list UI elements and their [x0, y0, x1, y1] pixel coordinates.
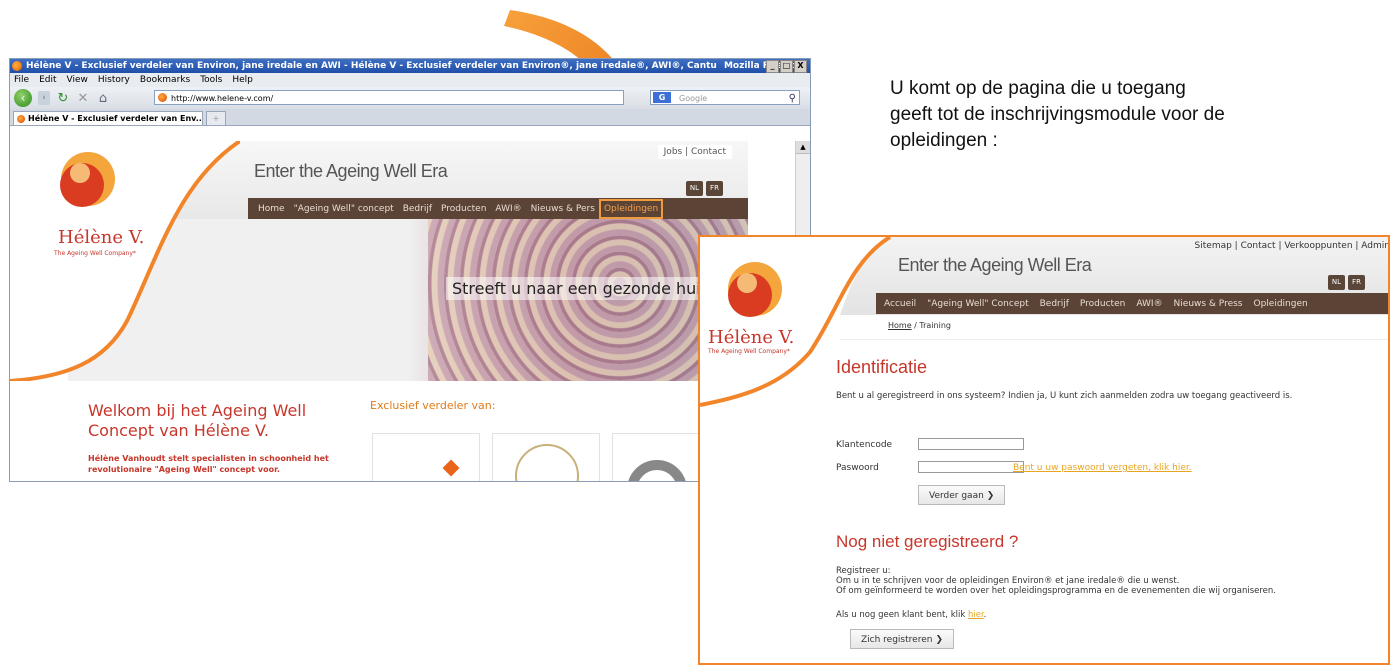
register-line: Registreer u: — [836, 566, 891, 576]
top-links[interactable]: Sitemap | Contact | Verkooppunten | Admi… — [1195, 241, 1388, 251]
not-client-link[interactable]: hier — [968, 610, 984, 620]
site-tagline: Enter the Ageing Well Era — [898, 255, 1092, 275]
google-icon[interactable]: G — [653, 92, 671, 103]
welcome-title: Welkom bij het Ageing Well Concept van H… — [88, 401, 307, 440]
continue-button[interactable]: Verder gaan ❯ — [918, 485, 1006, 505]
site-logo: Hélène V. The Ageing Well Company* — [10, 141, 240, 381]
menu-view[interactable]: View — [67, 73, 88, 87]
stop-icon[interactable]: ✕ — [76, 91, 90, 106]
distributor-seal-icon — [515, 444, 579, 481]
register-text: Registreer u: Om u in te schrijven voor … — [836, 566, 1376, 596]
register-button[interactable]: Zich registreren ❯ — [850, 629, 954, 649]
forward-icon[interactable]: › — [38, 91, 50, 105]
tab-bar: Hélène V - Exclusief verdeler van Env...… — [10, 109, 810, 126]
search-input[interactable]: G Google ⚲ — [650, 90, 800, 105]
nav-opleidingen[interactable]: Opleidingen — [598, 198, 664, 219]
forgot-password-link[interactable]: Bent u uw paswoord vergeten, klik hier. — [1013, 463, 1192, 473]
menu-bookmarks[interactable]: Bookmarks — [140, 73, 190, 87]
site-tagline: Enter the Ageing Well Era — [254, 161, 448, 181]
minimize-button[interactable]: _ — [766, 60, 779, 73]
maximize-button[interactable]: □ — [780, 60, 793, 73]
menu-bar: File Edit View History Bookmarks Tools H… — [10, 73, 810, 87]
menu-help[interactable]: Help — [232, 73, 253, 87]
page-viewport: Jobs | Contact Enter the Ageing Well Era… — [10, 141, 796, 481]
url-text: http://www.helene-v.com/ — [171, 94, 274, 103]
instruction-caption: U komt op de pagina die u toegang geeft … — [890, 78, 1225, 151]
nav-nieuws[interactable]: Nieuws & Press — [1174, 299, 1243, 309]
identification-heading: Identificatie — [836, 357, 928, 377]
menu-file[interactable]: File — [14, 73, 29, 87]
welcome-subtitle: Hélène Vanhoudt stelt specialisten in sc… — [88, 454, 329, 474]
menu-tools[interactable]: Tools — [200, 73, 222, 87]
training-page-screenshot: Sitemap | Contact | Verkooppunten | Admi… — [698, 235, 1390, 665]
klantencode-label: Klantencode — [836, 440, 893, 450]
awi-logo-icon — [627, 460, 687, 481]
site-main-menu: Home "Ageing Well" concept Bedrijf Produ… — [248, 198, 748, 219]
menu-edit[interactable]: Edit — [39, 73, 56, 87]
search-icon[interactable]: ⚲ — [789, 91, 796, 106]
nav-nieuws[interactable]: Nieuws & Pers — [531, 204, 595, 214]
window-title: Hélène V - Exclusief verdeler van Enviro… — [26, 61, 717, 71]
nav-opleidingen[interactable]: Opleidingen — [1254, 299, 1308, 309]
not-client-suffix: . — [983, 610, 987, 620]
lang-fr-button[interactable]: FR — [706, 181, 723, 196]
top-links[interactable]: Jobs | Contact — [657, 145, 732, 159]
logo-subtitle: The Ageing Well Company* — [53, 250, 136, 257]
nav-bedrijf[interactable]: Bedrijf — [403, 204, 432, 214]
back-icon[interactable]: ‹ — [14, 89, 32, 107]
window-titlebar: Hélène V - Exclusief verdeler van Enviro… — [10, 59, 810, 73]
new-tab-button[interactable]: + — [206, 111, 226, 126]
klantencode-field[interactable] — [918, 438, 1024, 450]
navigation-toolbar: ‹ › ↻ ✕ ⌂ http://www.helene-v.com/ G Goo… — [10, 87, 810, 109]
url-bar[interactable]: http://www.helene-v.com/ — [154, 90, 624, 105]
site-favicon — [158, 93, 167, 102]
lang-fr-button[interactable]: FR — [1348, 275, 1365, 290]
hero-text: Streeft u naar een gezonde hui — [446, 277, 707, 300]
lang-nl-button[interactable]: NL — [686, 181, 703, 196]
logo-name: Hélène V. — [58, 227, 144, 248]
reload-icon[interactable]: ↻ — [56, 91, 70, 106]
tab-label: Hélène V - Exclusief verdeler van Env... — [28, 114, 203, 123]
register-button-label: Zich registreren — [861, 635, 933, 645]
register-line: Om u in te schrijven voor de opleidingen… — [836, 576, 1180, 586]
site-logo: Hélène V. The Ageing Well Company* — [700, 237, 892, 663]
continue-button-label: Verder gaan — [929, 491, 984, 501]
nav-concept[interactable]: "Ageing Well" concept — [294, 204, 394, 214]
home-icon[interactable]: ⌂ — [96, 91, 110, 106]
not-client-text: Als u nog geen klant bent, klik hier. — [836, 610, 986, 620]
identification-intro: Bent u al geregistreerd in ons systeem? … — [836, 391, 1293, 401]
brand-card-environ[interactable] — [372, 433, 480, 481]
brand-card-jane-iredale[interactable] — [492, 433, 600, 481]
chevron-right-icon: ❯ — [986, 491, 995, 501]
paswoord-label: Paswoord — [836, 463, 879, 473]
lang-nl-button[interactable]: NL — [1328, 275, 1345, 290]
nav-producten[interactable]: Producten — [1080, 299, 1125, 309]
logo-subtitle: The Ageing Well Company* — [707, 348, 790, 355]
register-line: Of om geïnformeerd te worden over het op… — [836, 586, 1276, 596]
search-placeholder: Google — [679, 94, 708, 103]
nav-awi[interactable]: AWI® — [495, 204, 521, 214]
environ-logo-icon — [442, 459, 460, 477]
not-client-prefix: Als u nog geen klant bent, klik — [836, 610, 968, 620]
menu-history[interactable]: History — [98, 73, 130, 87]
paswoord-field[interactable] — [918, 461, 1024, 473]
nav-home[interactable]: Home — [258, 204, 285, 214]
firefox-icon — [12, 61, 22, 71]
logo-name: Hélène V. — [708, 327, 794, 348]
close-button[interactable]: X — [794, 60, 807, 73]
tab-favicon — [17, 115, 25, 123]
nav-awi[interactable]: AWI® — [1136, 299, 1162, 309]
nav-concept[interactable]: "Ageing Well" Concept — [927, 299, 1028, 309]
breadcrumb-current: / Training — [911, 321, 951, 330]
tab-helene-v[interactable]: Hélène V - Exclusief verdeler van Env... — [13, 111, 203, 125]
chevron-right-icon: ❯ — [935, 635, 943, 645]
not-registered-heading: Nog niet geregistreerd ? — [836, 532, 1019, 551]
site-main-menu: Accueil "Ageing Well" Concept Bedrijf Pr… — [876, 293, 1388, 314]
scroll-up-icon[interactable]: ▲ — [796, 141, 810, 154]
exclusive-heading: Exclusief verdeler van: — [370, 399, 496, 412]
browser-window: Hélène V - Exclusief verdeler van Enviro… — [9, 58, 811, 482]
nav-producten[interactable]: Producten — [441, 204, 486, 214]
nav-bedrijf[interactable]: Bedrijf — [1040, 299, 1069, 309]
